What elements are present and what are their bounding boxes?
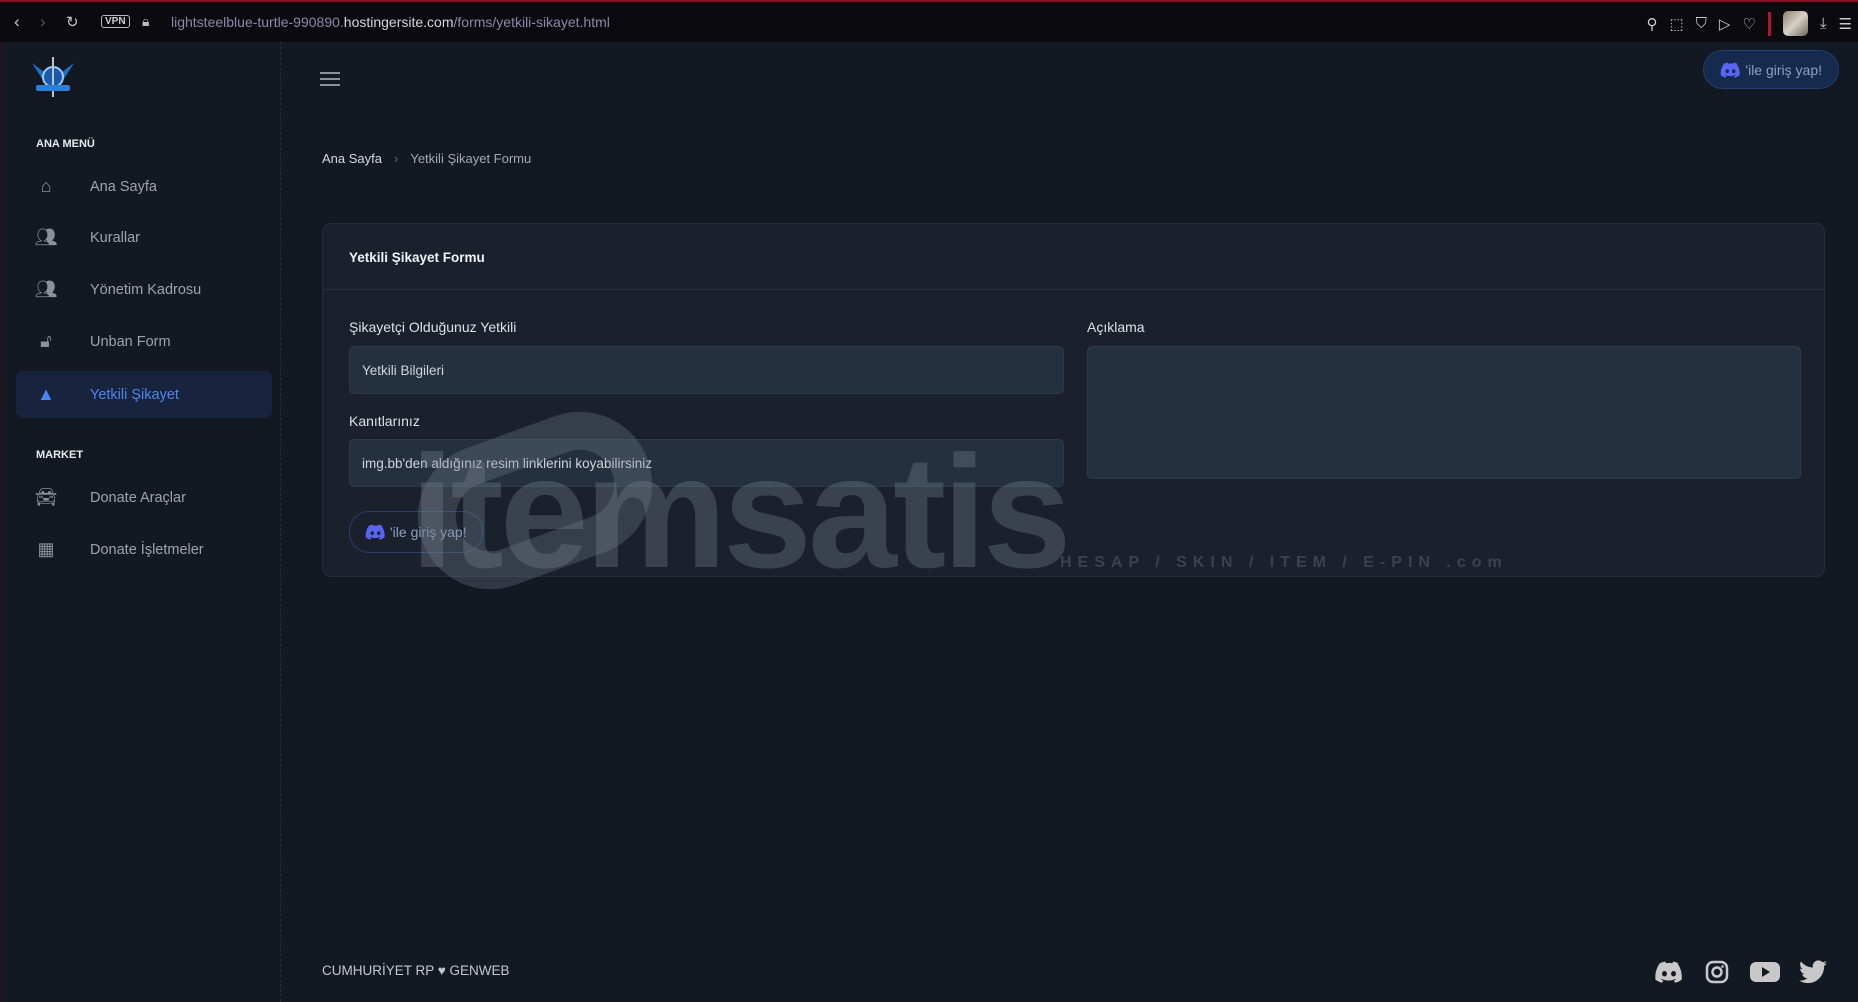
users-cog-icon: 👥︎	[34, 279, 58, 299]
shield-icon[interactable]: ⛉	[1696, 15, 1707, 32]
site-logo[interactable]	[30, 55, 76, 101]
building-icon: ▦	[37, 539, 55, 559]
section-title-market: MARKET	[36, 449, 84, 461]
home-icon: ⌂	[40, 176, 52, 196]
profile-avatar[interactable]	[1782, 11, 1808, 36]
breadcrumb-current: Yetkili Şikayet Formu	[410, 151, 532, 166]
warning-icon: ▲	[37, 384, 55, 404]
users-cog-icon: 👥︎	[34, 227, 58, 247]
sidebar-item-label: Donate Araçlar	[90, 489, 186, 506]
forward-icon[interactable]: ›	[40, 12, 46, 32]
heart-icon[interactable]: ♡	[1742, 15, 1755, 33]
aciklama-textarea[interactable]	[1087, 346, 1801, 479]
sidebar-item-donate-isletmeler[interactable]: ▦ Donate İşletmeler	[16, 526, 272, 573]
login-label: 'ile giriş yap!	[1745, 61, 1822, 78]
twitter-icon[interactable]	[1798, 958, 1828, 986]
sidebar-item-label: Kurallar	[90, 229, 140, 246]
field-label-aciklama: Açıklama	[1087, 319, 1145, 335]
instagram-icon[interactable]	[1702, 958, 1732, 986]
field-label-yetkili: Şikayetçi Olduğunuz Yetkili	[349, 319, 517, 335]
sidebar: ANA MENÜ ⌂ Ana Sayfa 👥︎ Kurallar 👥︎ Yönetim…	[0, 42, 281, 1002]
back-icon[interactable]: ‹	[14, 12, 20, 32]
sidebar-item-label: Ana Sayfa	[90, 178, 157, 195]
chevron-right-icon: ›	[394, 151, 399, 166]
sidebar-item-donate-araclar[interactable]: 🚘︎ Donate Araçlar	[16, 474, 272, 521]
download-icon[interactable]: ⤓	[1820, 15, 1827, 32]
sidebar-item-yonetim-kadrosu[interactable]: 👥︎ Yönetim Kadrosu	[16, 266, 272, 313]
sidebar-item-unban-form[interactable]: 🔓︎ Unban Form	[16, 318, 272, 365]
reload-icon[interactable]: ↻	[66, 13, 79, 31]
car-icon: 🚘︎	[34, 487, 58, 507]
sidebar-item-label: Yetkili Şikayet	[90, 386, 179, 403]
discord-login-button[interactable]: 'ile giriş yap!	[1703, 50, 1839, 89]
social-links	[1654, 958, 1828, 986]
form-title: Yetkili Şikayet Formu	[323, 224, 1824, 290]
sidebar-item-label: Unban Form	[90, 333, 171, 350]
footer-credits: CUMHURİYET RP ♥ GENWEB	[322, 963, 510, 978]
discord-icon	[365, 524, 385, 540]
divider	[1767, 11, 1771, 36]
watermark-subtext: HESAP / SKIN / ITEM / E-PIN .com	[1060, 554, 1508, 571]
hamburger-menu-icon[interactable]	[320, 72, 340, 86]
snapshot-icon[interactable]: ⬚	[1669, 15, 1683, 33]
vpn-badge[interactable]: VPN	[101, 15, 130, 28]
sidebar-item-label: Donate İşletmeler	[90, 541, 204, 558]
discord-icon[interactable]	[1654, 958, 1684, 986]
play-icon[interactable]: ▷	[1719, 15, 1731, 33]
pin-icon[interactable]: ⚲	[1646, 15, 1657, 33]
sidebar-item-ana-sayfa[interactable]: ⌂ Ana Sayfa	[16, 163, 272, 210]
sidebar-item-label: Yönetim Kadrosu	[90, 281, 202, 298]
url-path: /forms/yetkili-sikayet.html	[453, 14, 610, 30]
breadcrumb: Ana Sayfa › Yetkili Şikayet Formu	[322, 151, 531, 166]
address-bar[interactable]: lightsteelblue-turtle-990890.hostingersi…	[171, 14, 610, 30]
menu-icon[interactable]: ☰	[1839, 15, 1852, 33]
unlock-icon: 🔓︎	[40, 331, 52, 351]
breadcrumb-home[interactable]: Ana Sayfa	[322, 151, 382, 166]
field-label-kanitlar: Kanıtlarınız	[349, 413, 420, 429]
youtube-icon[interactable]	[1750, 958, 1780, 986]
discord-icon	[1721, 61, 1741, 78]
sidebar-item-kurallar[interactable]: 👥︎ Kurallar	[16, 214, 272, 261]
sidebar-item-yetkili-sikayet[interactable]: ▲ Yetkili Şikayet	[16, 371, 272, 418]
url-domain: hostingersite.com	[343, 14, 454, 30]
section-title-main: ANA MENÜ	[36, 138, 95, 150]
url-prefix: lightsteelblue-turtle-990890.	[171, 14, 344, 30]
browser-toolbar: ‹ › ↻ VPN 🔒︎ lightsteelblue-turtle-99089…	[0, 0, 1858, 42]
yetkili-input[interactable]: Yetkili Bilgileri	[349, 346, 1064, 394]
lock-icon[interactable]: 🔒︎	[142, 13, 149, 30]
